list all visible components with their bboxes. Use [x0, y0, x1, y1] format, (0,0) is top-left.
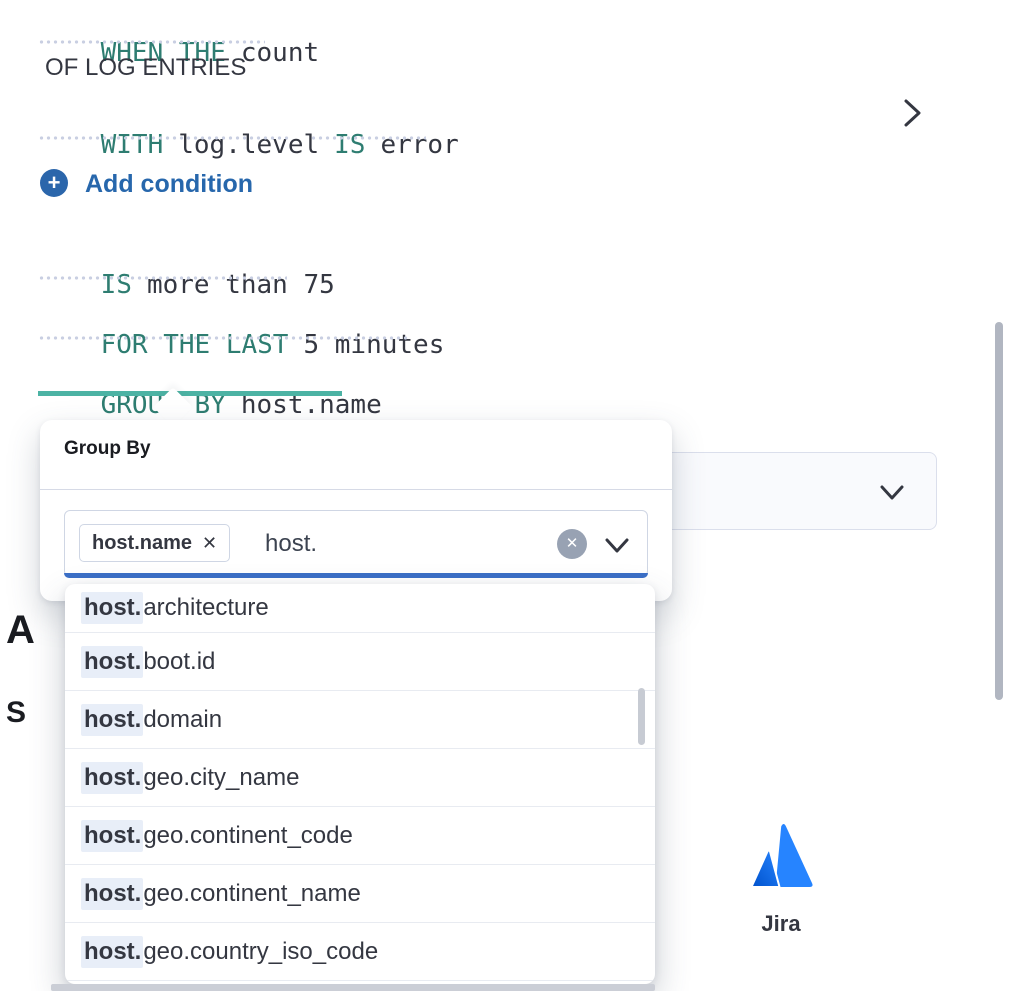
with-keyword: WITH: [101, 130, 164, 160]
option-host-geo-continent-name[interactable]: host.geo.continent_name: [65, 865, 655, 923]
jira-connector-card[interactable]: Jira: [748, 822, 814, 937]
option-match: host.: [81, 646, 143, 678]
option-rest: geo.city_name: [143, 764, 299, 792]
option-host-geo-continent-code[interactable]: host.geo.continent_code: [65, 807, 655, 865]
option-rest: geo.country_iso_code: [143, 938, 378, 966]
add-condition-button[interactable]: Add condition: [85, 170, 253, 199]
groupby-popover: Group By host.name ✕ ✕: [40, 420, 672, 601]
hidden-subheading-fragment: S: [6, 696, 26, 730]
hidden-heading-fragment: A: [6, 608, 35, 653]
option-match: host.: [81, 592, 143, 624]
dropdown-scrollbar-thumb[interactable]: [638, 688, 645, 745]
combobox-focus-underline: [64, 573, 648, 578]
dotted-underline: [38, 336, 410, 340]
option-host-geo-city-name[interactable]: host.geo.city_name: [65, 749, 655, 807]
dotted-underline: [38, 276, 287, 280]
of-log-entries-label: OF LOG ENTRIES: [45, 54, 246, 82]
dotted-underline: [38, 40, 265, 44]
page-scrollbar-thumb[interactable]: [995, 322, 1003, 700]
is-keyword: IS: [101, 270, 132, 300]
threshold-value[interactable]: more than 75: [147, 270, 335, 300]
option-match: host.: [81, 878, 143, 910]
field-options-dropdown: host.architecture host.boot.id host.doma…: [65, 584, 655, 984]
jira-logo-icon: [748, 822, 814, 888]
rule-expression-screen: WHEN THEcount OF LOG ENTRIES WITH log.lev…: [0, 0, 1009, 991]
chevron-down-icon: [876, 478, 908, 506]
popover-divider: [40, 489, 672, 490]
selected-field-pill: host.name ✕: [79, 524, 230, 562]
for-the-last-keyword: FOR THE LAST: [101, 330, 289, 360]
option-host-domain[interactable]: host.domain: [65, 691, 655, 749]
with-value[interactable]: error: [380, 130, 458, 160]
option-rest: geo.continent_code: [143, 822, 353, 850]
chevron-right-icon[interactable]: [897, 97, 927, 129]
jira-label: Jira: [748, 911, 814, 937]
timewindow-value[interactable]: 5 minutes: [303, 330, 444, 360]
option-match: host.: [81, 936, 143, 968]
dropdown-bottom-edge: [51, 984, 655, 991]
option-host-architecture[interactable]: host.architecture: [65, 584, 655, 633]
dotted-underline: [310, 136, 426, 140]
pill-remove-icon[interactable]: ✕: [202, 533, 217, 554]
plus-circle-icon[interactable]: +: [40, 169, 68, 197]
option-host-geo-country-iso-code[interactable]: host.geo.country_iso_code: [65, 923, 655, 981]
pill-label: host.name: [92, 532, 192, 555]
option-rest: domain: [143, 706, 222, 734]
with-field[interactable]: log.level: [178, 130, 319, 160]
option-match: host.: [81, 762, 143, 794]
option-host-boot-id[interactable]: host.boot.id: [65, 633, 655, 691]
clear-selection-icon[interactable]: ✕: [557, 529, 587, 559]
groupby-combobox[interactable]: host.name ✕ ✕: [64, 510, 648, 577]
option-rest: geo.continent_name: [143, 880, 361, 908]
option-rest: architecture: [143, 594, 268, 622]
option-rest: boot.id: [143, 648, 215, 676]
groupby-active-underline: [38, 391, 342, 396]
groupby-search-input[interactable]: [265, 525, 515, 563]
dotted-underline: [38, 136, 290, 140]
popover-title: Group By: [64, 438, 151, 460]
with-operator: IS: [334, 130, 365, 160]
option-match: host.: [81, 704, 143, 736]
chevron-down-icon[interactable]: [603, 534, 631, 556]
expression-when[interactable]: WHEN THEcount: [38, 8, 319, 98]
option-match: host.: [81, 820, 143, 852]
